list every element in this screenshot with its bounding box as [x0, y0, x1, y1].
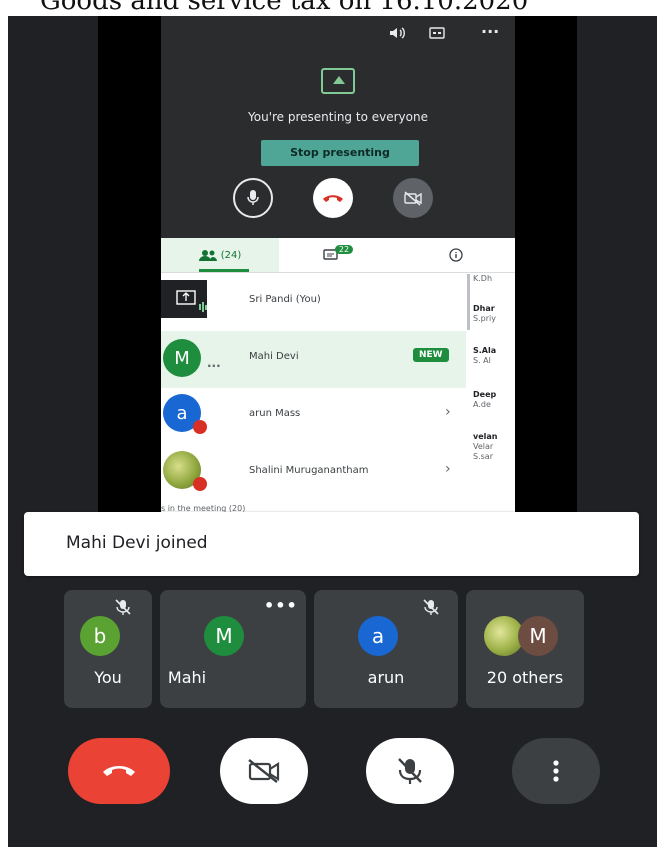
- participant-row[interactable]: M ··· Mahi Devi NEW: [161, 331, 466, 388]
- tab-info[interactable]: [397, 238, 515, 272]
- tile-you[interactable]: b You: [64, 590, 152, 708]
- side-text: K.Dh: [473, 274, 493, 283]
- presenter-view: ··· You're presenting to everyone Stop p…: [161, 16, 515, 238]
- participant-row[interactable]: Shalini Muruganantham ›: [161, 445, 466, 502]
- inner-camera-button[interactable]: [393, 178, 433, 218]
- mic-off-icon: [114, 598, 132, 620]
- tile-mahi[interactable]: ••• M Mahi: [160, 590, 306, 708]
- mic-icon: [247, 190, 259, 205]
- avatar: b: [80, 616, 120, 656]
- chevron-right-icon[interactable]: ›: [445, 461, 451, 477]
- side-text: S.Ala: [473, 346, 497, 355]
- side-text: Deep: [473, 390, 497, 399]
- side-text: S.sar: [473, 452, 493, 461]
- chevron-right-icon[interactable]: ›: [445, 404, 451, 420]
- camera-off-icon: [404, 191, 422, 206]
- panel-tabs: (24) 22: [161, 238, 515, 273]
- end-call-button[interactable]: [68, 738, 170, 804]
- info-icon: [449, 248, 463, 262]
- participant-name: Mahi Devi: [249, 351, 299, 362]
- people-icon: [198, 250, 217, 261]
- more-icon[interactable]: ···: [481, 22, 499, 41]
- camera-off-icon: [248, 759, 280, 783]
- tile-label: Mahi: [167, 668, 207, 687]
- scrollbar[interactable]: [467, 274, 470, 330]
- side-text: S.priy: [473, 314, 496, 323]
- mic-off-icon: [193, 420, 207, 434]
- side-text: Dhar: [473, 304, 495, 313]
- join-notification: Mahi Devi joined: [24, 512, 639, 576]
- participants-panel: (24) 22 Sri Pandi (You) M ··· Mahi Devi …: [161, 238, 515, 516]
- caption-text: Goods and service tax on 16.10.2020: [40, 0, 529, 16]
- tile-others[interactable]: M 20 others: [466, 590, 584, 708]
- present-screen-icon: [321, 68, 355, 94]
- participant-name: Shalini Muruganantham: [249, 465, 369, 476]
- more-vert-icon: [553, 760, 559, 782]
- participant-name: arun Mass: [249, 408, 301, 419]
- captions-icon[interactable]: [429, 26, 445, 44]
- tile-label: 20 others: [486, 668, 564, 687]
- microphone-button[interactable]: [366, 738, 454, 804]
- participant-row[interactable]: a arun Mass ›: [161, 388, 466, 445]
- people-count: (24): [220, 249, 242, 261]
- avatar: M: [518, 616, 558, 656]
- participant-row[interactable]: Sri Pandi (You): [161, 274, 466, 331]
- side-text: Velar: [473, 442, 494, 451]
- document-caption: Goods and service tax on 16.10.2020: [0, 0, 657, 16]
- inner-mic-button[interactable]: [233, 178, 273, 218]
- speaker-icon[interactable]: [389, 26, 405, 44]
- notification-text: Mahi Devi joined: [66, 533, 208, 553]
- presenting-status-text: You're presenting to everyone: [248, 110, 428, 124]
- screen-share-avatar: [161, 280, 207, 318]
- mic-off-icon: [193, 477, 207, 491]
- hang-up-icon: [323, 195, 343, 202]
- avatar: M: [163, 339, 201, 377]
- more-options-icon[interactable]: •••: [264, 596, 298, 615]
- side-text: velan: [473, 432, 498, 441]
- camera-button[interactable]: [220, 738, 308, 804]
- hang-up-icon: [103, 766, 135, 776]
- inner-end-call-button[interactable]: [313, 178, 353, 218]
- avatar: M: [204, 616, 244, 656]
- avatar: a: [358, 616, 398, 656]
- more-options-icon[interactable]: ···: [207, 359, 221, 373]
- more-options-button[interactable]: [512, 738, 600, 804]
- present-icon: [176, 290, 207, 312]
- tab-chat[interactable]: 22: [279, 238, 397, 272]
- chat-badge: 22: [334, 244, 354, 254]
- side-text: A.de: [473, 400, 491, 409]
- side-text: S. Al: [473, 356, 491, 365]
- mic-off-icon: [422, 598, 440, 620]
- tile-arun[interactable]: a arun: [314, 590, 458, 708]
- stop-presenting-button[interactable]: Stop presenting: [261, 140, 419, 166]
- new-badge: NEW: [413, 348, 449, 362]
- tab-people[interactable]: (24): [161, 238, 279, 272]
- side-column: K.Dh Dhar S.priy S.Ala S. Al Deep A.de v…: [473, 272, 515, 516]
- meet-call-screen: ··· You're presenting to everyone Stop p…: [8, 16, 657, 847]
- participant-name: Sri Pandi (You): [249, 294, 321, 305]
- tile-label: arun: [367, 668, 405, 687]
- mic-off-icon: [398, 758, 422, 784]
